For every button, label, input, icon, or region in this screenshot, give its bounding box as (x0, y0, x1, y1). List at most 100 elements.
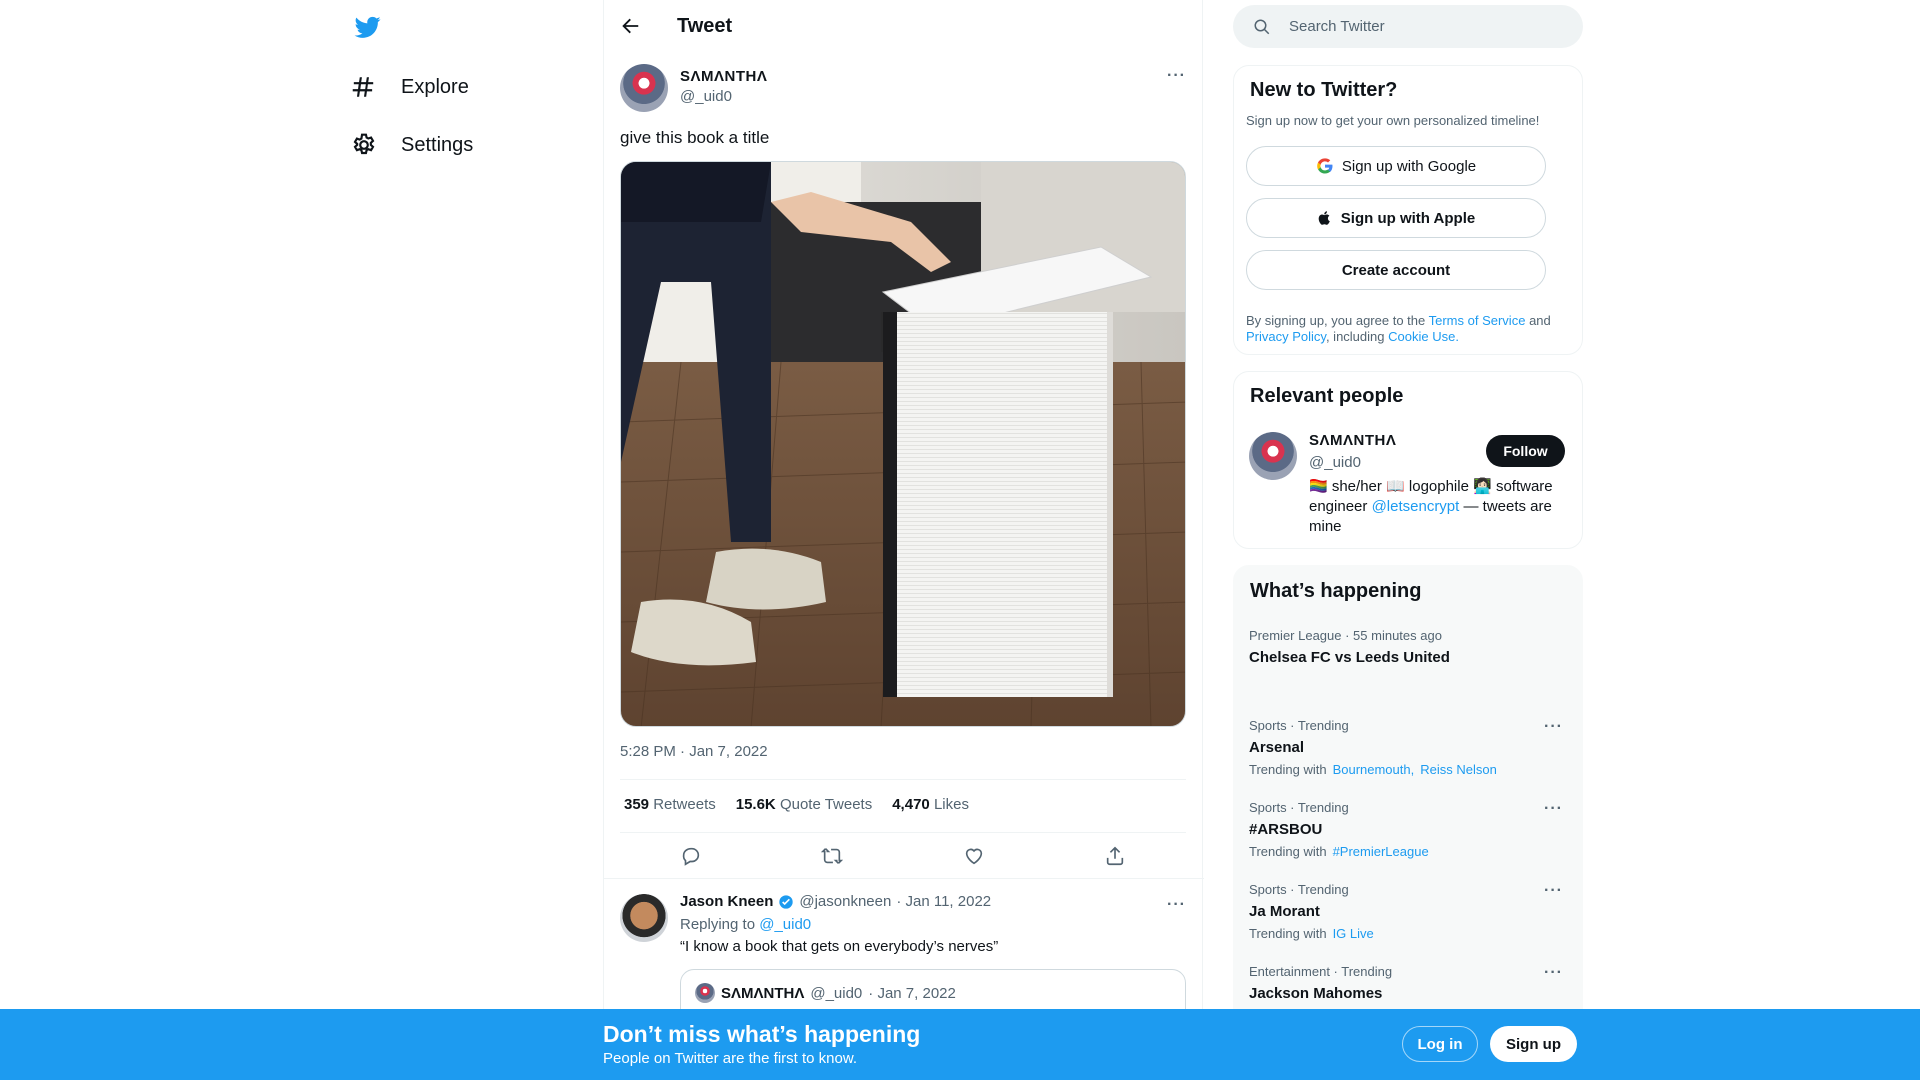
quoted-author-name: SΛMΛNTHΛ (721, 984, 805, 1002)
likes-count: 4,470 (892, 796, 930, 813)
google-icon (1317, 158, 1333, 174)
trend-more-icon[interactable]: ··· (1544, 800, 1563, 818)
signup-apple-button[interactable]: Sign up with Apple (1246, 198, 1546, 238)
terms-and: and (1529, 313, 1551, 328)
reply-author-handle[interactable]: @jasonkneen (799, 893, 891, 910)
trend-topic: Arsenal (1249, 739, 1305, 756)
relevant-avatar[interactable] (1249, 432, 1297, 480)
create-account-label: Create account (1341, 261, 1451, 279)
tweet-text: give this book a title (620, 128, 770, 147)
page-title: Tweet (677, 15, 733, 37)
relevant-handle[interactable]: @_uid0 (1309, 454, 1361, 471)
trend-item[interactable]: Entertainment · Trending Jackson Mahomes ·… (1249, 964, 1567, 1002)
bio-link[interactable]: @letsencrypt (1372, 498, 1460, 515)
quoted-avatar (695, 983, 715, 1003)
main-column: Tweet SΛMΛNTHΛ @_uid0 ··· give this book… (603, 0, 1204, 1080)
trend-topic: Ja Morant (1249, 903, 1320, 920)
quotes-stat[interactable]: 15.6K Quote Tweets (736, 796, 872, 813)
signup-button[interactable]: Sign up (1490, 1026, 1577, 1062)
retweets-label: Retweets (653, 796, 716, 813)
relevant-name[interactable]: SΛMΛNTHΛ (1309, 432, 1396, 449)
search-icon (1254, 19, 1270, 35)
retweet-icon[interactable] (821, 845, 844, 867)
signup-google-button[interactable]: Sign up with Google (1246, 146, 1546, 186)
trend-related-link[interactable]: Reiss Nelson (1420, 762, 1497, 777)
relevant-people-title: Relevant people (1250, 385, 1404, 407)
reply-more-icon[interactable]: ··· (1167, 896, 1186, 914)
whats-happening-title: What’s happening (1250, 580, 1422, 602)
trend-item[interactable]: Sports · Trending Arsenal Trending with Bou… (1249, 718, 1567, 777)
terms-prefix: By signing up, you agree to the (1246, 313, 1426, 328)
quoted-author-handle: @_uid0 (810, 984, 863, 1002)
divider (620, 832, 1186, 833)
trend-item[interactable]: Sports · Trending #ARSBOU Trending with #Pr… (1249, 800, 1567, 859)
reply-avatar[interactable] (620, 894, 668, 942)
author-name[interactable]: SΛMΛNTHΛ (680, 68, 767, 85)
trend-with: Trending with #PremierLeague (1249, 844, 1567, 859)
book-photo (621, 162, 1185, 726)
quotes-label: Quote Tweets (779, 796, 873, 813)
trend-more-icon[interactable]: ··· (1544, 718, 1563, 736)
signup-card-title: New to Twitter? (1250, 79, 1398, 101)
tweet-image[interactable] (620, 161, 1186, 727)
tweet-stats: 359 Retweets 15.6K Quote Tweets 4,470 Li… (624, 796, 969, 813)
divider (620, 779, 1186, 780)
cookie-link[interactable]: Cookie Use. (1388, 329, 1459, 344)
back-arrow-icon[interactable] (619, 15, 641, 37)
trend-topic: #ARSBOU (1249, 821, 1323, 838)
twitter-logo-icon[interactable] (353, 14, 383, 40)
like-icon[interactable] (963, 845, 985, 867)
create-account-button[interactable]: Create account (1246, 250, 1546, 290)
tweet-more-icon[interactable]: ··· (1167, 67, 1186, 85)
likes-label: Likes (933, 796, 969, 813)
trend-meta: Sports · Trending (1249, 718, 1349, 733)
author-avatar[interactable] (620, 64, 668, 112)
bottom-signup-bar: Don’t miss what’s happening People on Tw… (0, 1009, 1920, 1080)
terms-link[interactable]: Terms of Service (1429, 313, 1526, 328)
follow-button[interactable]: Follow (1486, 435, 1565, 467)
author-handle[interactable]: @_uid0 (680, 88, 767, 105)
privacy-link[interactable]: Privacy Policy (1246, 329, 1326, 344)
quoted-tweet-header: SΛMΛNTHΛ @_uid0 · Jan 7, 2022 (695, 983, 956, 1003)
apple-label: Sign up with Apple (1340, 209, 1476, 227)
trend-item[interactable]: Sports · Trending Ja Morant Trending with I… (1249, 882, 1567, 941)
trend-related-link[interactable]: #PremierLeague (1333, 844, 1429, 859)
trend-related-link[interactable]: Bournemouth (1333, 762, 1411, 777)
signup-card-subtitle: Sign up now to get your own personalized… (1246, 113, 1540, 128)
reply-author[interactable]: Jason Kneen @jasonkneen · Jan 11, 2022 (680, 893, 991, 910)
google-label: Sign up with Google (1341, 157, 1477, 175)
trend-item[interactable]: Premier League · 55 minutes ago Chelsea F… (1249, 628, 1567, 666)
retweets-stat[interactable]: 359 Retweets (624, 796, 716, 813)
tweet-actions (620, 845, 1186, 867)
reply-text: “I know a book that gets on everybody’s … (680, 938, 999, 955)
trend-with: Trending with IG Live (1249, 926, 1567, 941)
search-bar[interactable] (1233, 5, 1583, 48)
terms-text: By signing up, you agree to the Terms of… (1246, 313, 1576, 345)
reply-author-name[interactable]: Jason Kneen (680, 893, 773, 910)
trend-meta: Sports · Trending (1249, 800, 1349, 815)
quotes-count: 15.6K (735, 796, 776, 813)
trend-link-separator: , (1410, 762, 1415, 777)
retweets-count: 359 (624, 796, 650, 813)
trend-more-icon[interactable]: ··· (1544, 882, 1563, 900)
reply-date[interactable]: · Jan 11, 2022 (896, 893, 991, 910)
trend-meta: Entertainment · Trending (1249, 964, 1393, 979)
nav-explore[interactable]: Explore (351, 74, 469, 100)
search-input[interactable] (1289, 5, 1559, 48)
replying-to: Replying to @_uid0 (680, 916, 811, 933)
tweet-author[interactable]: SΛMΛNTHΛ @_uid0 (680, 68, 767, 105)
login-button[interactable]: Log in (1402, 1026, 1478, 1062)
relevant-bio: 🏳️‍🌈 she/her 📖 logophile 👩🏻‍💻 software e… (1309, 477, 1571, 537)
share-icon[interactable] (1104, 845, 1126, 867)
tweet-timestamp[interactable]: 5:28 PM · Jan 7, 2022 (620, 743, 768, 760)
replying-to-link[interactable]: @_uid0 (759, 916, 811, 933)
trend-related-link[interactable]: IG Live (1333, 926, 1374, 941)
trend-meta: Sports · Trending (1249, 882, 1349, 897)
reply-icon[interactable] (680, 845, 702, 867)
terms-including: , including (1325, 329, 1385, 344)
nav-settings[interactable]: Settings (351, 132, 473, 158)
likes-stat[interactable]: 4,470 Likes (892, 796, 969, 813)
trend-with-label: Trending with (1249, 762, 1327, 777)
trend-more-icon[interactable]: ··· (1544, 964, 1563, 982)
nav-settings-label: Settings (401, 133, 474, 156)
